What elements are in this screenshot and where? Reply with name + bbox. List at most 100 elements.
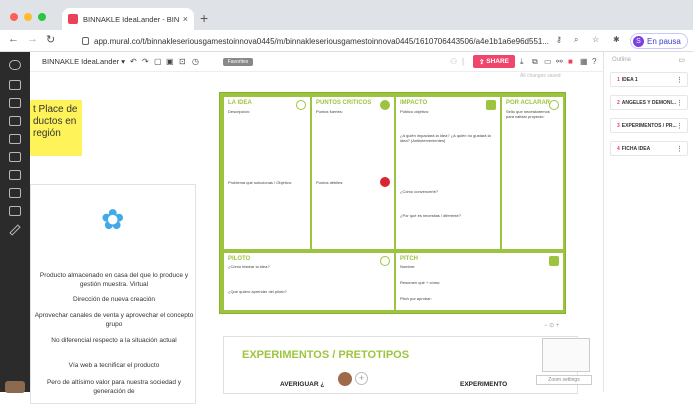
activity-icon[interactable]: ⚯: [556, 57, 563, 66]
collaborator-avatar[interactable]: [338, 372, 352, 386]
cell-label: Descripción:: [228, 109, 251, 114]
cell-puntos-criticos[interactable]: PUNTOS CRITICOS Puntos fuertes: Puntos d…: [311, 96, 395, 250]
outline-item[interactable]: 4 FICHA IDEA ⋮: [610, 141, 688, 156]
experiments-board[interactable]: EXPERIMENTOS / PRETOTIPOS AVERIGUAR ¿ EX…: [223, 336, 578, 394]
more-icon[interactable]: ⋮: [676, 99, 683, 107]
people-icon[interactable]: ⚇: [450, 57, 457, 66]
zoom-settings-button[interactable]: Zoom settings: [536, 375, 592, 385]
outline-item-label: FICHA IDEA: [621, 146, 651, 152]
mural-toolbar: BINNAKLE IdeaLander ▾ ↶ ↷ ▢ ▣ ⊡ ◷ Favori…: [30, 52, 603, 72]
outline-item-label: EXPERIMENTOS / PR...: [621, 123, 677, 129]
browser-tab[interactable]: BINNAKLE IdeaLander - BINN ×: [62, 8, 194, 30]
idea-card[interactable]: ✿ Producto almacenado en casa del que lo…: [30, 184, 196, 404]
cell-label: Sello que necesitaremos para validar pro…: [506, 109, 550, 119]
present-icon[interactable]: ▣: [166, 57, 174, 66]
forward-arrow-icon[interactable]: →: [27, 33, 38, 45]
close-window-button[interactable]: [10, 13, 18, 21]
url-field[interactable]: app.mural.co/t/binnakleseriousgamestoinn…: [82, 34, 572, 48]
outline-title: Outline: [612, 57, 632, 63]
image-icon[interactable]: [9, 152, 21, 162]
target-icon: [380, 256, 390, 266]
reload-icon[interactable]: ↻: [46, 33, 55, 46]
share-button[interactable]: ⇪ SHARE: [473, 55, 515, 68]
cell-la-idea[interactable]: LA IDEA Descripción: Problema que soluci…: [223, 96, 311, 250]
more-icon[interactable]: ⋮: [676, 122, 683, 130]
back-arrow-icon[interactable]: ←: [8, 33, 19, 45]
sticky-note[interactable]: t Place de ductos en región: [30, 100, 82, 156]
favorites-chip[interactable]: Favorites: [223, 58, 253, 66]
copy-icon[interactable]: ⧉: [532, 57, 538, 67]
sticky-note-icon[interactable]: [9, 80, 21, 90]
notification-icon[interactable]: ■: [568, 57, 573, 66]
undo-icon[interactable]: ↶: [130, 57, 137, 66]
idea-canvas-board[interactable]: LA IDEA Descripción: Problema que soluci…: [219, 92, 566, 314]
more-icon[interactable]: ⋮: [676, 145, 683, 153]
text-icon[interactable]: [9, 98, 21, 108]
outline-collapse-icon[interactable]: ▭: [678, 56, 685, 64]
outline-item[interactable]: 1 IDEA 1 ⋮: [610, 72, 688, 87]
star-icon[interactable]: ☆: [592, 35, 599, 44]
add-collaborator-icon[interactable]: +: [355, 372, 368, 385]
person-icon: [486, 100, 496, 110]
outline-toggle-icon[interactable]: ▢: [154, 57, 162, 66]
warning-icon: [380, 177, 390, 187]
maximize-window-button[interactable]: [38, 13, 46, 21]
minimap[interactable]: [542, 338, 590, 372]
pen-icon[interactable]: [9, 224, 21, 236]
lightbulb-icon: [296, 100, 306, 110]
zoom-controls[interactable]: − ⊙ +: [544, 322, 559, 329]
tab-title: BINNAKLE IdeaLander - BINN: [83, 14, 179, 24]
minimize-window-button[interactable]: [24, 13, 32, 21]
user-avatar[interactable]: [5, 381, 25, 393]
download-icon[interactable]: ⤓: [520, 57, 524, 67]
new-tab-button[interactable]: +: [200, 10, 208, 26]
zoom-icon[interactable]: ⌕: [574, 35, 578, 45]
cell-title: IMPACTO: [400, 100, 428, 106]
card-line: Pero de altísimo valor para nuestra soci…: [46, 379, 182, 395]
key-icon[interactable]: ⚷: [556, 35, 562, 44]
exit-icon[interactable]: [9, 60, 21, 70]
cell-label: ¿Cómo testear la idea?: [228, 264, 270, 269]
cell-title: POR ACLARAR: [506, 100, 551, 106]
cell-pitch[interactable]: PITCH Nombre: Resumen qué + cómo: Pitch …: [395, 252, 564, 311]
extensions-icon[interactable]: ✱: [613, 35, 620, 44]
lock-icon: [82, 37, 89, 45]
cell-label: Nombre:: [400, 264, 416, 269]
address-bar: ← → ↻ app.mural.co/t/binnakleseriousgame…: [0, 30, 693, 52]
outline-item[interactable]: 3 EXPERIMENTOS / PR... ⋮: [610, 118, 688, 133]
browser-titlebar: BINNAKLE IdeaLander - BINN × +: [0, 0, 693, 30]
cell-title: LA IDEA: [228, 100, 252, 106]
cell-label: Puntos débiles:: [316, 180, 344, 185]
mural-canvas[interactable]: t Place de ductos en región ✿ Producto a…: [30, 72, 603, 404]
upload-icon[interactable]: [9, 206, 21, 216]
pitch-icon: [549, 256, 559, 266]
share-icon: ⇪: [478, 58, 487, 66]
cell-label: ¿Qué quiero aprender del piloto?: [228, 289, 287, 294]
share-label: SHARE: [486, 58, 510, 65]
help-icon[interactable]: ?: [592, 57, 596, 66]
lock-mural-icon[interactable]: ⊡: [179, 57, 186, 66]
mural-title[interactable]: BINNAKLE IdeaLander ▾: [42, 57, 125, 66]
outline-item[interactable]: 2 ANGELES Y DEMONI... ⋮: [610, 95, 688, 110]
icons-icon[interactable]: [9, 188, 21, 198]
cell-piloto[interactable]: PILOTO ¿Cómo testear la idea? ¿Qué quier…: [223, 252, 395, 311]
comment-icon[interactable]: |: [462, 57, 464, 66]
cell-impacto[interactable]: IMPACTO Público objetivo: ¿A quién impac…: [395, 96, 501, 250]
timer-icon[interactable]: ◷: [192, 57, 199, 66]
frame-icon[interactable]: [9, 134, 21, 144]
cell-por-aclarar[interactable]: POR ACLARAR Sello que necesitaremos para…: [501, 96, 564, 250]
profile-button[interactable]: S En pausa: [630, 33, 688, 49]
templates-icon[interactable]: [9, 170, 21, 180]
url-text: app.mural.co/t/binnakleseriousgamestoinn…: [94, 36, 550, 46]
outline-icon[interactable]: ▦: [580, 57, 588, 66]
cell-label: Pitch por aprobar:: [400, 296, 432, 301]
chat-icon[interactable]: ▭: [544, 57, 552, 66]
cell-label: Resumen qué + cómo:: [400, 280, 441, 285]
sticky-text: t Place de ductos en región: [33, 104, 78, 139]
more-icon[interactable]: ⋮: [676, 76, 683, 84]
tab-close-icon[interactable]: ×: [183, 14, 188, 24]
redo-icon[interactable]: ↷: [142, 57, 149, 66]
shapes-icon[interactable]: [9, 116, 21, 126]
cell-title: PUNTOS CRITICOS: [316, 100, 372, 106]
card-line: Vía web a tecnificar el producto: [68, 362, 160, 369]
